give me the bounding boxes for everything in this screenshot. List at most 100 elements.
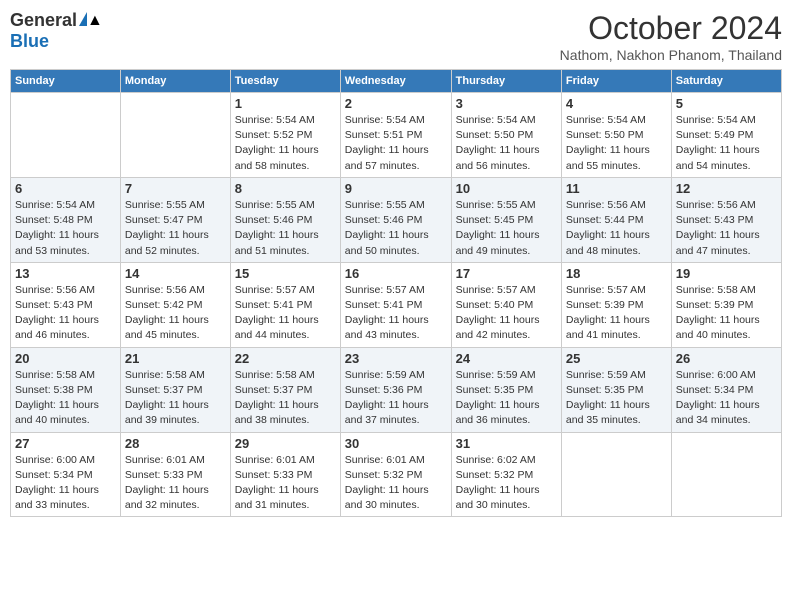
day-info-line: Daylight: 11 hours and 41 minutes. <box>566 314 650 341</box>
day-info-line: Sunset: 5:48 PM <box>15 214 93 226</box>
day-info-line: Daylight: 11 hours and 35 minutes. <box>566 399 650 426</box>
calendar-cell: 14Sunrise: 5:56 AMSunset: 5:42 PMDayligh… <box>120 262 230 347</box>
day-info-line: Sunrise: 5:59 AM <box>456 369 536 381</box>
weekday-header-tuesday: Tuesday <box>230 70 340 93</box>
day-number: 17 <box>456 266 557 281</box>
day-info-line: Daylight: 11 hours and 50 minutes. <box>345 229 429 256</box>
calendar-cell: 5Sunrise: 5:54 AMSunset: 5:49 PMDaylight… <box>671 93 781 178</box>
day-info-line: Sunset: 5:34 PM <box>15 469 93 481</box>
day-info: Sunrise: 5:54 AMSunset: 5:49 PMDaylight:… <box>676 113 777 174</box>
day-info-line: Daylight: 11 hours and 32 minutes. <box>125 484 209 511</box>
day-number: 3 <box>456 96 557 111</box>
day-info-line: Daylight: 11 hours and 33 minutes. <box>15 484 99 511</box>
calendar-cell: 30Sunrise: 6:01 AMSunset: 5:32 PMDayligh… <box>340 432 451 517</box>
day-info: Sunrise: 5:59 AMSunset: 5:36 PMDaylight:… <box>345 368 447 429</box>
logo-icon: ▲ <box>79 12 87 26</box>
day-info-line: Sunset: 5:43 PM <box>676 214 754 226</box>
calendar-cell: 4Sunrise: 5:54 AMSunset: 5:50 PMDaylight… <box>561 93 671 178</box>
day-number: 21 <box>125 351 226 366</box>
day-number: 9 <box>345 181 447 196</box>
logo-blue-text: Blue <box>10 31 49 52</box>
calendar-cell: 26Sunrise: 6:00 AMSunset: 5:34 PMDayligh… <box>671 347 781 432</box>
day-info: Sunrise: 5:54 AMSunset: 5:51 PMDaylight:… <box>345 113 447 174</box>
calendar-week-row: 6Sunrise: 5:54 AMSunset: 5:48 PMDaylight… <box>11 177 782 262</box>
calendar-cell: 16 Sunrise: 5:57 AMSunset: 5:41 PMDayligh… <box>340 262 451 347</box>
day-number: 4 <box>566 96 667 111</box>
calendar-cell: 11Sunrise: 5:56 AMSunset: 5:44 PMDayligh… <box>561 177 671 262</box>
day-number: 2 <box>345 96 447 111</box>
day-info: Sunrise: 6:02 AMSunset: 5:32 PMDaylight:… <box>456 453 557 514</box>
day-info-line: Sunset: 5:40 PM <box>456 299 534 311</box>
day-info-line: Sunset: 5:46 PM <box>235 214 313 226</box>
day-info-line: Sunrise: 6:00 AM <box>676 369 756 381</box>
day-info: Sunrise: 5:56 AMSunset: 5:43 PMDaylight:… <box>15 283 116 344</box>
calendar-week-row: 13Sunrise: 5:56 AMSunset: 5:43 PMDayligh… <box>11 262 782 347</box>
calendar-cell: 18Sunrise: 5:57 AMSunset: 5:39 PMDayligh… <box>561 262 671 347</box>
day-info-line: Daylight: 11 hours and 38 minutes. <box>235 399 319 426</box>
day-info: Sunrise: 5:54 AMSunset: 5:52 PMDaylight:… <box>235 113 336 174</box>
day-info: Sunrise: 5:56 AMSunset: 5:42 PMDaylight:… <box>125 283 226 344</box>
day-info-line: Sunset: 5:52 PM <box>235 129 313 141</box>
day-number: 25 <box>566 351 667 366</box>
day-info-line: Sunset: 5:50 PM <box>456 129 534 141</box>
day-info: Sunrise: 6:01 AMSunset: 5:33 PMDaylight:… <box>235 453 336 514</box>
weekday-header-row: SundayMondayTuesdayWednesdayThursdayFrid… <box>11 70 782 93</box>
day-info-line: Sunrise: 5:56 AM <box>15 284 95 296</box>
day-info-line: Sunset: 5:33 PM <box>235 469 313 481</box>
month-title: October 2024 <box>560 10 782 47</box>
day-info-line: Sunrise: 5:57 AM <box>345 284 425 296</box>
day-info-line: Sunset: 5:37 PM <box>125 384 203 396</box>
day-info-line: Sunrise: 5:54 AM <box>676 114 756 126</box>
weekday-header-monday: Monday <box>120 70 230 93</box>
day-info-line: Sunrise: 6:02 AM <box>456 454 536 466</box>
logo: General ▲ Blue <box>10 10 87 52</box>
day-number: 28 <box>125 436 226 451</box>
day-info: Sunrise: 5:59 AMSunset: 5:35 PMDaylight:… <box>456 368 557 429</box>
calendar-cell: 21Sunrise: 5:58 AMSunset: 5:37 PMDayligh… <box>120 347 230 432</box>
day-info-line: Sunrise: 6:01 AM <box>125 454 205 466</box>
day-number: 12 <box>676 181 777 196</box>
day-info: Sunrise: 6:00 AM Sunset: 5:34 PM Daylight:… <box>676 368 777 429</box>
day-info-line: Sunset: 5:34 PM <box>676 384 754 396</box>
weekday-header-sunday: Sunday <box>11 70 121 93</box>
day-info: Sunrise: 5:59 AMSunset: 5:35 PMDaylight:… <box>566 368 667 429</box>
calendar-cell: 7Sunrise: 5:55 AMSunset: 5:47 PMDaylight… <box>120 177 230 262</box>
day-info: Sunrise: 5:58 AMSunset: 5:38 PMDaylight:… <box>15 368 116 429</box>
day-info: Sunrise: 5:58 AMSunset: 5:37 PMDaylight:… <box>235 368 336 429</box>
day-info-line: Sunrise: 6:01 AM <box>235 454 315 466</box>
day-info-line: Daylight: 11 hours and 55 minutes. <box>566 144 650 171</box>
day-info-line: Sunrise: 5:58 AM <box>676 284 756 296</box>
calendar-week-row: 27 Sunrise: 6:00 AMSunset: 5:34 PMDayligh… <box>11 432 782 517</box>
day-info-line: Daylight: 11 hours and 30 minutes. <box>345 484 429 511</box>
day-info-line: Sunset: 5:39 PM <box>566 299 644 311</box>
day-info-line: Daylight: 11 hours and 43 minutes. <box>345 314 429 341</box>
weekday-header-thursday: Thursday <box>451 70 561 93</box>
calendar-cell: 15Sunrise: 5:57 AMSunset: 5:41 PMDayligh… <box>230 262 340 347</box>
day-info: Sunrise: 5:57 AMSunset: 5:40 PMDaylight:… <box>456 283 557 344</box>
day-info-line: Daylight: 11 hours and 36 minutes. <box>456 399 540 426</box>
day-number: 1 <box>235 96 336 111</box>
calendar-cell: 28Sunrise: 6:01 AMSunset: 5:33 PMDayligh… <box>120 432 230 517</box>
calendar-week-row: 1Sunrise: 5:54 AMSunset: 5:52 PMDaylight… <box>11 93 782 178</box>
day-info: Sunrise: 5:57 AMSunset: 5:41 PMDaylight:… <box>345 283 447 344</box>
calendar-cell: 12Sunrise: 5:56 AMSunset: 5:43 PMDayligh… <box>671 177 781 262</box>
calendar-cell: 10Sunrise: 5:55 AMSunset: 5:45 PMDayligh… <box>451 177 561 262</box>
day-info-line: Sunrise: 5:57 AM <box>235 284 315 296</box>
weekday-header-wednesday: Wednesday <box>340 70 451 93</box>
calendar-cell: 8Sunrise: 5:55 AMSunset: 5:46 PMDaylight… <box>230 177 340 262</box>
day-info-line: Sunrise: 5:56 AM <box>125 284 205 296</box>
day-number: 14 <box>125 266 226 281</box>
day-info-line: Daylight: 11 hours and 40 minutes. <box>15 399 99 426</box>
calendar-table: SundayMondayTuesdayWednesdayThursdayFrid… <box>10 69 782 517</box>
day-number: 29 <box>235 436 336 451</box>
calendar-cell: 19Sunrise: 5:58 AMSunset: 5:39 PMDayligh… <box>671 262 781 347</box>
day-info-line: Sunset: 5:39 PM <box>676 299 754 311</box>
day-info-line: Sunset: 5:42 PM <box>125 299 203 311</box>
day-info-line: Sunrise: 5:54 AM <box>345 114 425 126</box>
day-info-line: Daylight: 11 hours and 34 minutes. <box>676 399 760 426</box>
day-number: 16 <box>345 266 447 281</box>
calendar-cell: 22Sunrise: 5:58 AMSunset: 5:37 PMDayligh… <box>230 347 340 432</box>
day-info: Sunrise: 6:00 AMSunset: 5:34 PMDaylight:… <box>15 453 116 514</box>
day-info-line: Sunrise: 5:58 AM <box>15 369 95 381</box>
day-number: 27 <box>15 436 116 451</box>
